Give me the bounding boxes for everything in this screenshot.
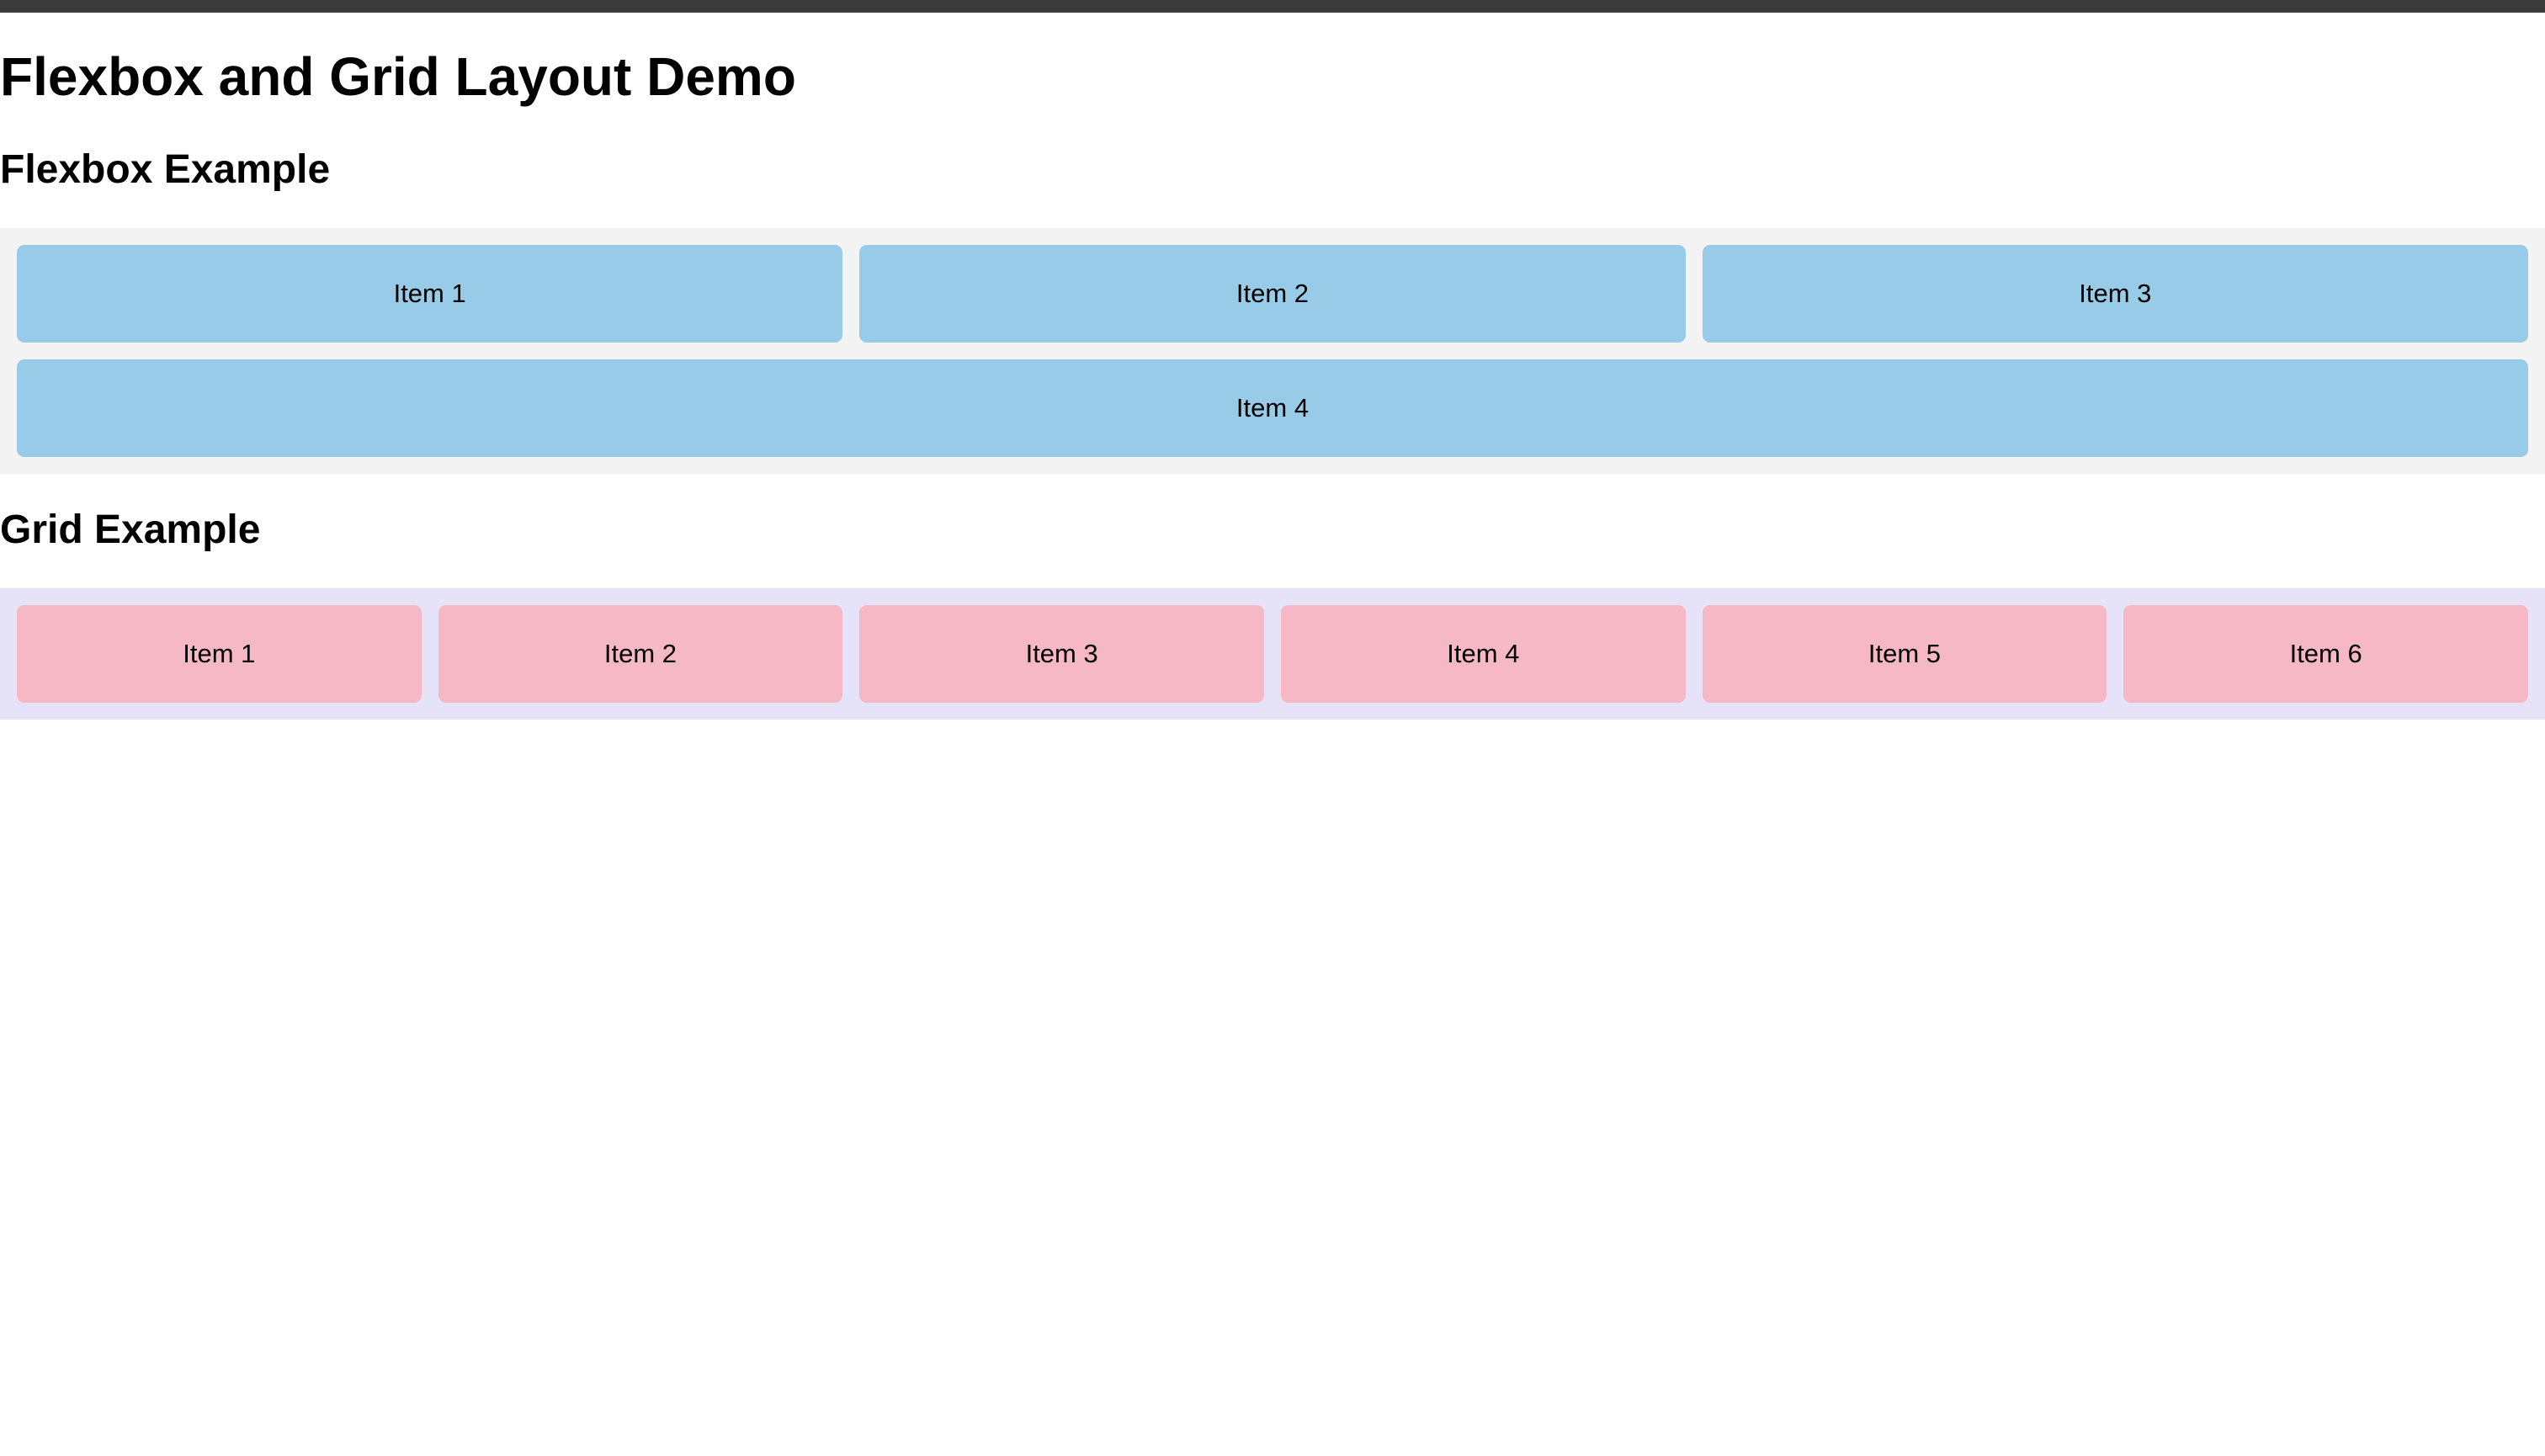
grid-item: Item 3 <box>859 605 1264 703</box>
grid-item: Item 4 <box>1280 605 1686 703</box>
flex-item: Item 2 <box>859 245 1686 343</box>
flex-item: Item 3 <box>1702 245 2528 343</box>
grid-item: Item 1 <box>17 605 422 703</box>
flex-item: Item 4 <box>17 359 2528 457</box>
flex-item: Item 1 <box>17 245 843 343</box>
grid-section-title: Grid Example <box>0 507 261 552</box>
grid-item: Item 2 <box>438 605 843 703</box>
grid-item: Item 5 <box>1702 605 2107 703</box>
grid-container: Item 1 Item 2 Item 3 Item 4 Item 5 Item … <box>0 588 2545 720</box>
flexbox-container: Item 1 Item 2 Item 3 Item 4 <box>0 228 2545 474</box>
flexbox-section-title: Flexbox Example <box>0 147 331 192</box>
grid-item: Item 6 <box>2123 605 2528 703</box>
page-title: Flexbox and Grid Layout Demo <box>0 46 796 107</box>
browser-top-bar <box>0 0 2545 13</box>
